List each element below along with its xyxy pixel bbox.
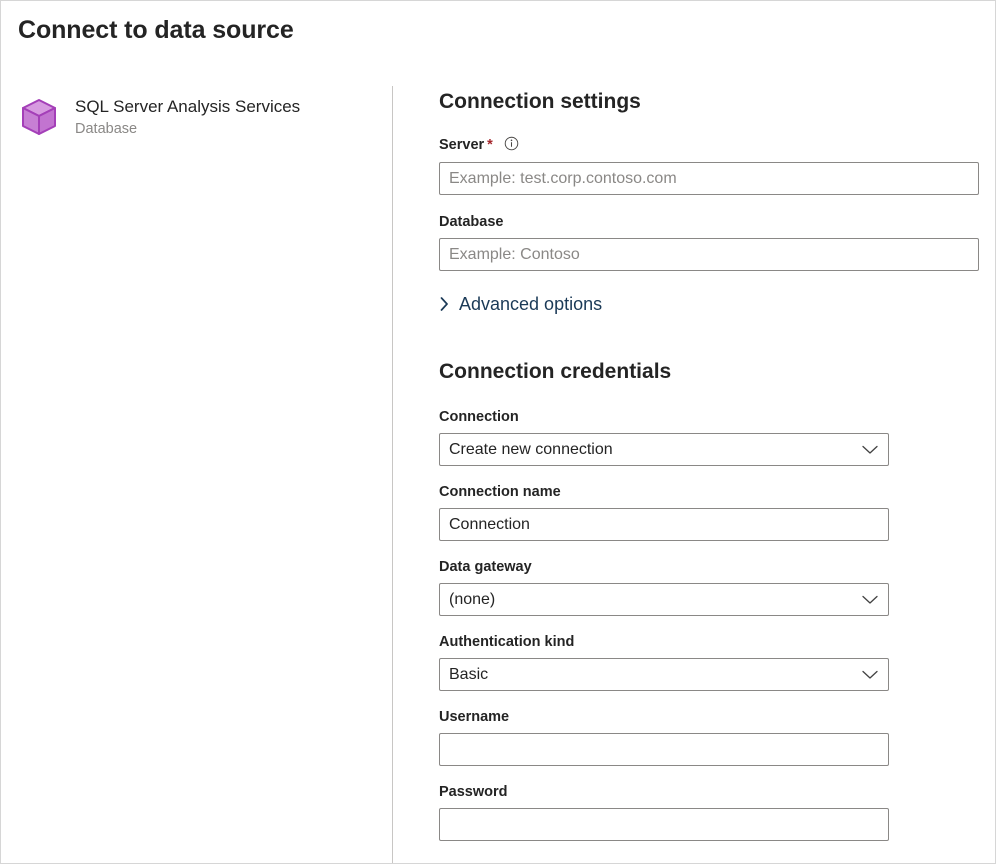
database-label: Database bbox=[439, 212, 503, 232]
password-input[interactable] bbox=[439, 808, 889, 841]
chevron-down-icon bbox=[861, 441, 879, 459]
username-label: Username bbox=[439, 707, 509, 727]
page-title: Connect to data source bbox=[18, 13, 294, 47]
advanced-options-label: Advanced options bbox=[459, 292, 602, 316]
chevron-right-icon bbox=[437, 295, 451, 313]
server-label: Server* bbox=[439, 135, 519, 155]
list-item-category: Database bbox=[75, 119, 300, 139]
advanced-options-toggle[interactable]: Advanced options bbox=[437, 292, 602, 316]
cube-icon bbox=[17, 95, 61, 139]
authentication-kind-dropdown-value: Basic bbox=[449, 659, 861, 690]
data-gateway-dropdown-value: (none) bbox=[449, 584, 861, 615]
authentication-kind-label: Authentication kind bbox=[439, 632, 574, 652]
username-input[interactable] bbox=[439, 733, 889, 766]
list-item-text: SQL Server Analysis Services Database bbox=[75, 96, 300, 139]
connection-credentials-heading: Connection credentials bbox=[439, 358, 671, 386]
required-asterisk: * bbox=[487, 137, 493, 153]
connection-settings-heading: Connection settings bbox=[439, 88, 641, 116]
data-source-list: SQL Server Analysis Services Database bbox=[1, 86, 392, 863]
chevron-down-icon bbox=[861, 591, 879, 609]
connection-name-input[interactable] bbox=[439, 508, 889, 541]
connection-dropdown[interactable]: Create new connection bbox=[439, 433, 889, 466]
info-icon[interactable] bbox=[504, 136, 519, 151]
chevron-down-icon bbox=[861, 666, 879, 684]
connection-form-panel: Connection settings Server* Database Adv bbox=[393, 1, 995, 863]
connection-label: Connection bbox=[439, 407, 519, 427]
data-gateway-dropdown[interactable]: (none) bbox=[439, 583, 889, 616]
data-gateway-label: Data gateway bbox=[439, 557, 532, 577]
authentication-kind-dropdown[interactable]: Basic bbox=[439, 658, 889, 691]
server-label-text: Server bbox=[439, 137, 484, 153]
connect-to-data-source-dialog: Connect to data source SQL Server Analys… bbox=[0, 0, 996, 864]
password-label: Password bbox=[439, 782, 508, 802]
server-input[interactable] bbox=[439, 162, 979, 195]
database-input[interactable] bbox=[439, 238, 979, 271]
list-item-title: SQL Server Analysis Services bbox=[75, 96, 300, 118]
list-item-sql-server-analysis-services[interactable]: SQL Server Analysis Services Database bbox=[1, 86, 392, 148]
connection-name-label: Connection name bbox=[439, 482, 561, 502]
connection-dropdown-value: Create new connection bbox=[449, 434, 861, 465]
